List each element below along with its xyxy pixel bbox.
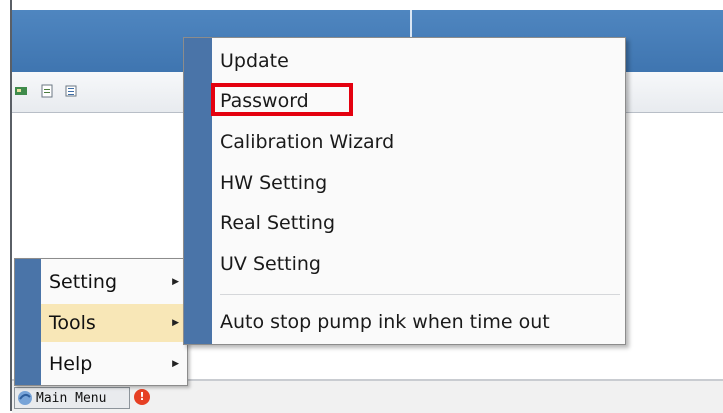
menu-item-label: Help [49, 353, 93, 375]
picture-icon[interactable] [14, 84, 28, 98]
menu-item-tools[interactable]: Tools ▶ [41, 304, 187, 342]
list-icon[interactable] [64, 84, 78, 98]
menu-item-real-setting[interactable]: Real Setting [220, 207, 335, 239]
tools-submenu: Update Password Calibration Wizard HW Se… [183, 37, 626, 345]
menu-item-label: Setting [49, 271, 118, 293]
submenu-arrow-icon: ▶ [172, 318, 179, 328]
main-menu-button[interactable]: Main Menu [14, 387, 130, 409]
menu-item-password[interactable]: Password [220, 85, 309, 117]
submenu-arrow-icon: ▶ [172, 277, 179, 287]
menu-item-auto-stop-pump-ink[interactable]: Auto stop pump ink when time out [220, 306, 550, 338]
menu-item-uv-setting[interactable]: UV Setting [220, 248, 321, 280]
menu-item-help[interactable]: Help ▶ [41, 345, 187, 383]
menu-item-hw-setting[interactable]: HW Setting [220, 167, 327, 199]
menu-item-calibration-wizard[interactable]: Calibration Wizard [220, 126, 394, 158]
main-menu-label: Main Menu [36, 390, 107, 406]
submenu-arrow-icon: ▶ [172, 359, 179, 369]
menu-item-update[interactable]: Update [220, 45, 289, 77]
menu-side-stripe [184, 38, 212, 344]
menu-separator [220, 294, 620, 295]
alert-icon[interactable]: ! [134, 389, 150, 405]
menu-item-setting[interactable]: Setting ▶ [41, 263, 187, 301]
menu-item-label: Tools [49, 312, 96, 334]
app-logo-icon [18, 391, 32, 405]
menu-side-stripe [15, 259, 41, 385]
main-menu: Setting ▶ Tools ▶ Help ▶ [14, 258, 188, 386]
document-icon[interactable] [40, 84, 54, 98]
